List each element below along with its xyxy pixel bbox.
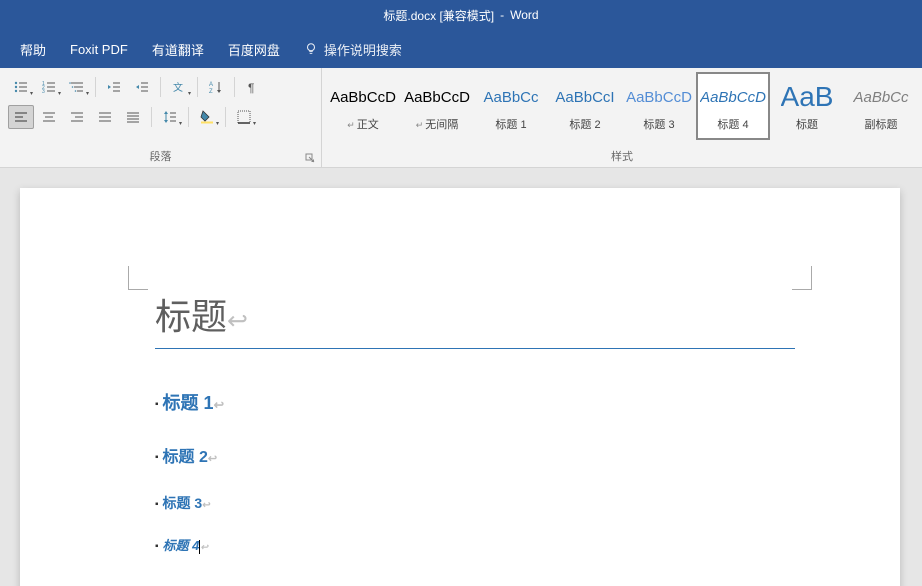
- style-preview: AaBbCcD: [700, 80, 766, 114]
- paragraph-group-label: 段落: [0, 145, 321, 167]
- heading-4-text[interactable]: ▪标题 4↩: [155, 535, 800, 554]
- margin-indicator-top-left: [128, 266, 148, 290]
- return-mark-icon: ↩: [208, 453, 217, 465]
- heading-2-text[interactable]: ▪标题 2↩: [155, 443, 800, 467]
- menu-foxit-pdf[interactable]: Foxit PDF: [58, 30, 140, 68]
- style-name-label: 副标题: [865, 116, 898, 132]
- bullets-button[interactable]: ▾: [8, 75, 34, 99]
- sort-button[interactable]: AZ: [203, 75, 229, 99]
- align-left-button[interactable]: [8, 105, 34, 129]
- bullet-icon: ▪: [155, 452, 159, 463]
- document-area[interactable]: 标题↩ ▪标题 1↩ ▪标题 2↩ ▪标题 3↩ ▪标题 4↩: [0, 168, 922, 586]
- tell-me-search[interactable]: 操作说明搜索: [292, 40, 414, 59]
- style-item-7[interactable]: AaBbCc 副标题: [844, 72, 918, 140]
- document-name: 标题.docx [兼容模式]: [383, 7, 494, 24]
- title-separator: -: [500, 8, 504, 22]
- numbering-button[interactable]: 123▾: [36, 75, 62, 99]
- heading-1-text[interactable]: ▪标题 1↩: [155, 389, 800, 415]
- style-name-label: 标题 2: [569, 116, 600, 132]
- style-name-label: 标题 3: [643, 116, 674, 132]
- style-preview: AaBbCcD: [404, 80, 470, 114]
- style-preview: AaBbCc: [853, 80, 908, 114]
- multilevel-list-button[interactable]: ▾: [64, 75, 90, 99]
- bullet-icon: ▪: [155, 499, 159, 510]
- app-name: Word: [510, 8, 538, 22]
- style-preview: AaBbCcD: [626, 80, 692, 114]
- style-name-label: 标题 4: [717, 116, 748, 132]
- style-name-label: 标题: [796, 116, 818, 132]
- svg-text:¶: ¶: [248, 81, 254, 95]
- style-item-5[interactable]: AaBbCcD 标题 4: [696, 72, 770, 140]
- ribbon: ▾ 123▾ ▾ 文▾ AZ ¶ ▾: [0, 68, 922, 168]
- style-name-label: 标题 1: [495, 116, 526, 132]
- align-right-button[interactable]: [64, 105, 90, 129]
- paragraph-dialog-launcher[interactable]: [303, 151, 317, 165]
- tell-me-label: 操作说明搜索: [324, 40, 402, 59]
- margin-indicator-top-right: [792, 266, 812, 290]
- decrease-indent-button[interactable]: [101, 75, 127, 99]
- menu-baidu-netdisk[interactable]: 百度网盘: [216, 30, 292, 68]
- svg-text:A: A: [209, 82, 213, 88]
- return-mark-icon: ↩: [214, 398, 225, 412]
- shading-button[interactable]: ▾: [194, 105, 220, 129]
- menu-bar: 帮助 Foxit PDF 有道翻译 百度网盘 操作说明搜索: [0, 30, 922, 68]
- bullet-icon: ▪: [155, 399, 159, 410]
- styles-gallery[interactable]: AaBbCcD ↵正文 AaBbCcD ↵无间隔 AaBbCc 标题 1 AaBbCcI 标题…: [322, 68, 922, 145]
- style-item-4[interactable]: AaBbCcD 标题 3: [622, 72, 696, 140]
- style-name-label: ↵无间隔: [416, 116, 459, 132]
- lightbulb-icon: [304, 42, 318, 56]
- document-title-text[interactable]: 标题↩: [155, 288, 795, 349]
- style-item-3[interactable]: AaBbCcI 标题 2: [548, 72, 622, 140]
- asian-layout-button[interactable]: 文▾: [166, 75, 192, 99]
- menu-youdao[interactable]: 有道翻译: [140, 30, 216, 68]
- style-item-0[interactable]: AaBbCcD ↵正文: [326, 72, 400, 140]
- menu-help[interactable]: 帮助: [8, 30, 58, 68]
- svg-text:3: 3: [42, 89, 45, 95]
- return-mark-icon: ↩: [200, 542, 208, 552]
- styles-group-label: 样式: [322, 145, 922, 167]
- align-center-button[interactable]: [36, 105, 62, 129]
- style-preview: AaBbCc: [483, 80, 538, 114]
- justify-button[interactable]: [92, 105, 118, 129]
- distributed-button[interactable]: [120, 105, 146, 129]
- line-spacing-button[interactable]: ▾: [157, 105, 183, 129]
- document-page[interactable]: 标题↩ ▪标题 1↩ ▪标题 2↩ ▪标题 3↩ ▪标题 4↩: [20, 188, 900, 586]
- heading-3-text[interactable]: ▪标题 3↩: [155, 493, 800, 513]
- title-bar: 标题.docx [兼容模式] - Word: [0, 0, 922, 30]
- style-name-label: ↵正文: [347, 116, 379, 132]
- style-item-2[interactable]: AaBbCc 标题 1: [474, 72, 548, 140]
- increase-indent-button[interactable]: [129, 75, 155, 99]
- style-preview: AaBbCcI: [555, 80, 614, 114]
- svg-text:Z: Z: [209, 89, 213, 95]
- style-preview: AaB: [781, 80, 834, 114]
- show-marks-button[interactable]: ¶: [240, 75, 266, 99]
- style-item-1[interactable]: AaBbCcD ↵无间隔: [400, 72, 474, 140]
- styles-group: AaBbCcD ↵正文 AaBbCcD ↵无间隔 AaBbCc 标题 1 AaBbCcI 标题…: [322, 68, 922, 167]
- return-mark-icon: ↩: [202, 500, 210, 511]
- style-preview: AaBbCcD: [330, 80, 396, 114]
- paragraph-group: ▾ 123▾ ▾ 文▾ AZ ¶ ▾: [0, 68, 322, 167]
- bullet-icon: ▪: [155, 541, 159, 552]
- return-mark-icon: ↩: [227, 307, 248, 335]
- svg-text:文: 文: [173, 81, 183, 94]
- borders-button[interactable]: ▾: [231, 105, 257, 129]
- style-item-6[interactable]: AaB 标题: [770, 72, 844, 140]
